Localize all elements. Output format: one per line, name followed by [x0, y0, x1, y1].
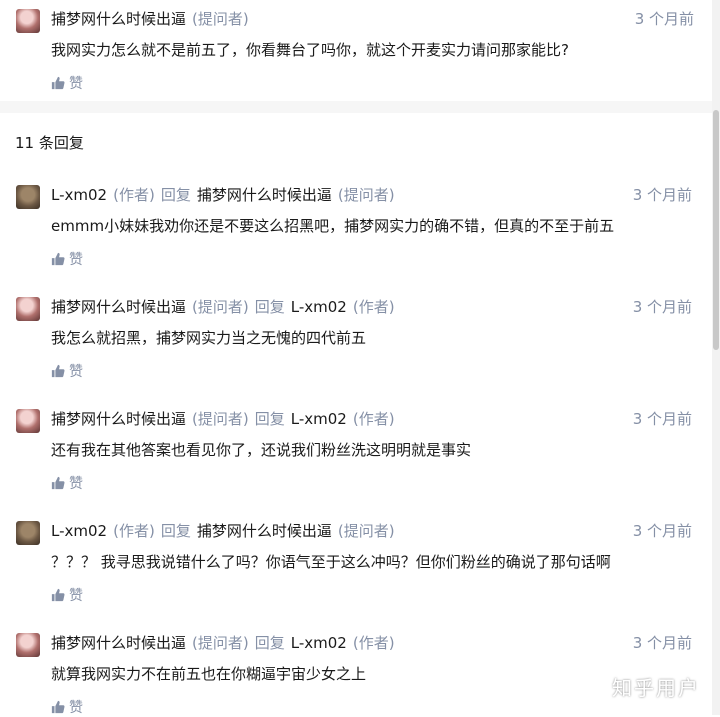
- author-name[interactable]: 捕梦网什么时候出逼: [51, 298, 186, 316]
- comment-meta: 捕梦网什么时候出逼 (提问者): [51, 8, 249, 29]
- author-name[interactable]: L-xm02: [51, 522, 107, 540]
- reply-target-role-tag: (作者): [352, 634, 395, 652]
- like-button[interactable]: 赞: [51, 249, 83, 269]
- comment-time: 3 个月前: [632, 298, 692, 316]
- comment-time: 3 个月前: [632, 522, 692, 540]
- reply-item: 捕梦网什么时候出逼 (提问者) 回复 L-xm02 (作者) 3 个月前 我怎么就招黑，…: [0, 288, 708, 400]
- like-label: 赞: [69, 364, 83, 380]
- author-role-tag: (提问者): [192, 10, 249, 28]
- like-label: 赞: [69, 700, 83, 716]
- thumbs-up-icon: [51, 364, 65, 378]
- reply-target-name[interactable]: L-xm02: [291, 634, 347, 652]
- author-role-tag: (作者): [113, 186, 155, 204]
- reply-word: 回复: [254, 634, 285, 652]
- thumbs-up-icon: [51, 252, 65, 266]
- reply-word: 回复: [160, 186, 191, 204]
- comment-text: ？？？ 我寻思我说错什么了吗？你语气至于这么冲吗？但你们粉丝的确说了那句话啊: [51, 553, 611, 571]
- like-button[interactable]: 赞: [51, 473, 83, 493]
- comment-text: 我怎么就招黑，捕梦网实力当之无愧的四代前五: [51, 329, 367, 347]
- comment-text: 还有我在其他答案也看见你了，还说我们粉丝洗这明明就是事实: [51, 441, 472, 459]
- reply-word: 回复: [254, 298, 285, 316]
- comment-text: 我网实力怎么就不是前五了，你看舞台了吗你，就这个开麦实力请问那家能比?: [51, 41, 569, 59]
- like-button[interactable]: 赞: [51, 585, 83, 605]
- reply-target-name[interactable]: 捕梦网什么时候出逼: [197, 522, 332, 540]
- reply-target-name[interactable]: L-xm02: [291, 410, 347, 428]
- like-label: 赞: [69, 588, 83, 604]
- like-label: 赞: [69, 476, 83, 492]
- comment-meta: 捕梦网什么时候出逼 (提问者) 回复 L-xm02 (作者): [51, 408, 395, 429]
- like-button[interactable]: 赞: [51, 361, 83, 381]
- author-name[interactable]: 捕梦网什么时候出逼: [51, 634, 186, 652]
- section-divider: [0, 101, 716, 113]
- author-role-tag: (作者): [113, 522, 155, 540]
- reply-target-name[interactable]: 捕梦网什么时候出逼: [197, 186, 332, 204]
- author-role-tag: (提问者): [192, 410, 249, 428]
- watermark: 知乎用户: [612, 676, 700, 700]
- comment-text: emmm小妹妹我劝你还是不要这么招黑吧，捕梦网实力的确不错，但真的不至于前五: [51, 217, 615, 235]
- top-comment: 捕梦网什么时候出逼 (提问者) 3 个月前 我网实力怎么就不是前五了，你看舞台了吗…: [0, 0, 710, 101]
- author-name[interactable]: 捕梦网什么时候出逼: [51, 10, 186, 28]
- scrollbar[interactable]: [712, 0, 720, 715]
- comment-time: 3 个月前: [632, 186, 692, 204]
- avatar[interactable]: [16, 633, 40, 657]
- comment-text: 就算我网实力不在前五也在你糊逼宇宙少女之上: [51, 665, 367, 683]
- avatar[interactable]: [16, 409, 40, 433]
- comment-time: 3 个月前: [632, 634, 692, 652]
- reply-word: 回复: [254, 410, 285, 428]
- avatar[interactable]: [16, 521, 40, 545]
- reply-word: 回复: [160, 522, 191, 540]
- thumbs-up-icon: [51, 76, 65, 90]
- comment-meta: 捕梦网什么时候出逼 (提问者) 回复 L-xm02 (作者): [51, 296, 395, 317]
- author-role-tag: (提问者): [192, 634, 249, 652]
- thumbs-up-icon: [51, 588, 65, 602]
- like-button[interactable]: 赞: [51, 697, 83, 717]
- reply-count: 11 条回复: [15, 134, 84, 152]
- reply-target-role-tag: (提问者): [337, 186, 395, 204]
- author-role-tag: (提问者): [192, 298, 249, 316]
- scrollbar-thumb[interactable]: [713, 110, 719, 350]
- like-button[interactable]: 赞: [51, 73, 83, 93]
- reply-target-role-tag: (作者): [352, 298, 395, 316]
- like-label: 赞: [69, 252, 83, 268]
- reply-target-name[interactable]: L-xm02: [291, 298, 347, 316]
- reply-item: L-xm02 (作者) 回复 捕梦网什么时候出逼 (提问者) 3 个月前 ？？？ 我寻思…: [0, 512, 708, 624]
- reply-target-role-tag: (作者): [352, 410, 395, 428]
- reply-item: 捕梦网什么时候出逼 (提问者) 回复 L-xm02 (作者) 3 个月前 还有我在其他答…: [0, 400, 708, 512]
- comment-meta: 捕梦网什么时候出逼 (提问者) 回复 L-xm02 (作者): [51, 632, 395, 653]
- reply-item: 捕梦网什么时候出逼 (提问者) 回复 L-xm02 (作者) 3 个月前 就算我网实力不…: [0, 624, 708, 717]
- comment-meta: L-xm02 (作者) 回复 捕梦网什么时候出逼 (提问者): [51, 520, 395, 541]
- avatar[interactable]: [16, 9, 40, 33]
- thumbs-up-icon: [51, 700, 65, 714]
- avatar[interactable]: [16, 185, 40, 209]
- comment-meta: L-xm02 (作者) 回复 捕梦网什么时候出逼 (提问者): [51, 184, 395, 205]
- comment-time: 3 个月前: [632, 410, 692, 428]
- like-label: 赞: [69, 76, 83, 92]
- reply-item: L-xm02 (作者) 回复 捕梦网什么时候出逼 (提问者) 3 个月前 emmm小妹妹…: [0, 176, 708, 288]
- author-name[interactable]: L-xm02: [51, 186, 107, 204]
- thumbs-up-icon: [51, 476, 65, 490]
- comment-time: 3 个月前: [634, 10, 694, 28]
- avatar[interactable]: [16, 297, 40, 321]
- author-name[interactable]: 捕梦网什么时候出逼: [51, 410, 186, 428]
- reply-target-role-tag: (提问者): [337, 522, 395, 540]
